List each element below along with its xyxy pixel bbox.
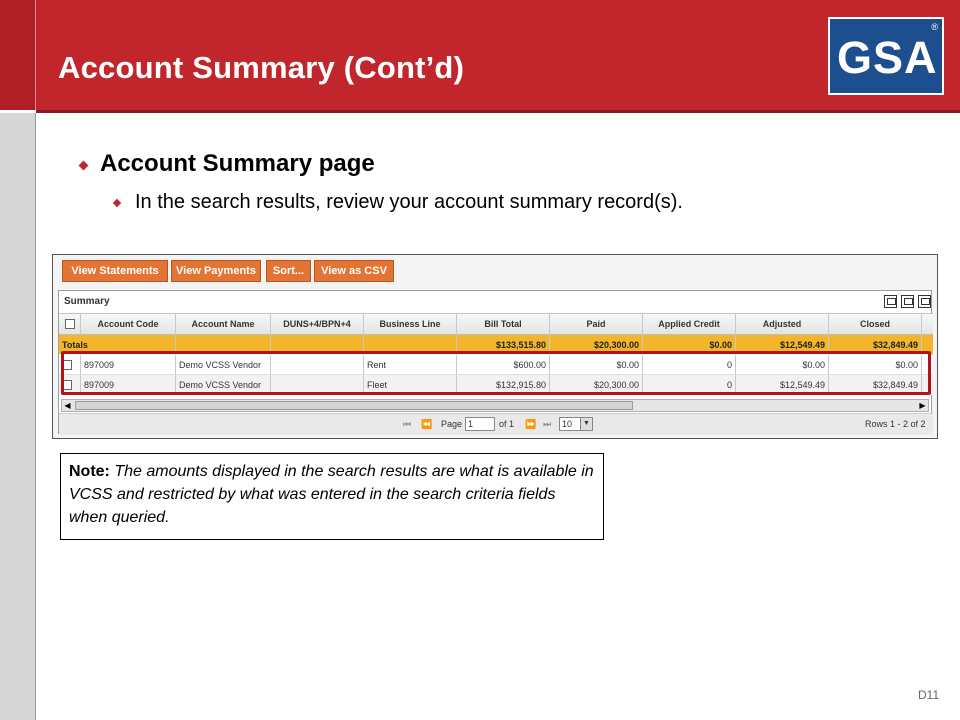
- view-statements-button[interactable]: View Statements: [62, 260, 168, 282]
- note-box: Note: The amounts displayed in the searc…: [60, 453, 604, 540]
- window-icon[interactable]: [918, 295, 931, 308]
- summary-panel: Summary Account Code Account Name DUNS+4…: [58, 290, 933, 435]
- next-page-icon[interactable]: ⏩: [525, 419, 536, 430]
- horizontal-scrollbar[interactable]: ◀ ▶: [61, 399, 929, 412]
- chevron-down-icon[interactable]: ▼: [580, 418, 592, 430]
- first-page-icon[interactable]: ⏮: [403, 419, 411, 430]
- bullet-heading: Account Summary page: [100, 150, 375, 177]
- col-account-code[interactable]: Account Code: [81, 314, 176, 334]
- panel-title: Summary: [64, 296, 110, 307]
- highlight-box: [61, 351, 931, 395]
- registered-mark: ®: [931, 22, 938, 32]
- maximize-icon[interactable]: [901, 295, 914, 308]
- header-left-strip: [0, 0, 36, 110]
- scroll-thumb[interactable]: [75, 401, 633, 410]
- page-input[interactable]: 1: [465, 417, 495, 431]
- header-filler: [922, 314, 933, 334]
- page-size-value: 10: [562, 419, 573, 429]
- view-csv-button[interactable]: View as CSV: [314, 260, 394, 282]
- gsa-logo-text: GSA: [837, 32, 938, 83]
- page-of-label: of 1: [499, 419, 515, 429]
- page-number: D11: [918, 688, 940, 702]
- sort-button[interactable]: Sort...: [266, 260, 311, 282]
- note-label: Note:: [69, 463, 110, 480]
- col-account-name[interactable]: Account Name: [176, 314, 271, 334]
- col-applied-credit[interactable]: Applied Credit: [643, 314, 736, 334]
- bullet-subtext: In the search results, review your accou…: [135, 191, 683, 213]
- scroll-right-icon[interactable]: ▶: [917, 400, 928, 411]
- rows-label: Rows 1 - 2 of 2: [865, 419, 926, 429]
- table-header: Account Code Account Name DUNS+4/BPN+4 B…: [59, 313, 933, 335]
- restore-icon[interactable]: [884, 295, 897, 308]
- sub-bullet-icon: [112, 198, 122, 208]
- bullet-icon: [78, 160, 89, 171]
- prev-page-icon[interactable]: ⏪: [421, 419, 432, 430]
- note-text: The amounts displayed in the search resu…: [69, 463, 594, 526]
- page-size-select[interactable]: 10 ▼: [559, 417, 593, 431]
- account-summary-screenshot: View Statements View Payments Sort... Vi…: [52, 254, 938, 439]
- view-payments-button[interactable]: View Payments: [171, 260, 261, 282]
- pager: ⏮ ⏪ Page 1 of 1 ⏩ ⏭ 10 ▼ Rows 1 - 2 of 2: [59, 413, 933, 435]
- select-all-checkbox[interactable]: [64, 319, 75, 329]
- col-closed[interactable]: Closed: [829, 314, 922, 334]
- col-adjusted[interactable]: Adjusted: [736, 314, 829, 334]
- col-bill-total[interactable]: Bill Total: [457, 314, 550, 334]
- last-page-icon[interactable]: ⏭: [543, 419, 551, 430]
- header-rule: [36, 110, 960, 113]
- page-label: Page: [441, 419, 463, 429]
- select-all-cell: [59, 314, 81, 334]
- col-duns[interactable]: DUNS+4/BPN+4: [271, 314, 364, 334]
- col-business-line[interactable]: Business Line: [364, 314, 457, 334]
- left-gray-bar: [0, 113, 36, 720]
- col-paid[interactable]: Paid: [550, 314, 643, 334]
- slide-title: Account Summary (Cont’d): [58, 50, 465, 85]
- gsa-logo: GSA ®: [828, 17, 944, 95]
- scroll-left-icon[interactable]: ◀: [62, 400, 73, 411]
